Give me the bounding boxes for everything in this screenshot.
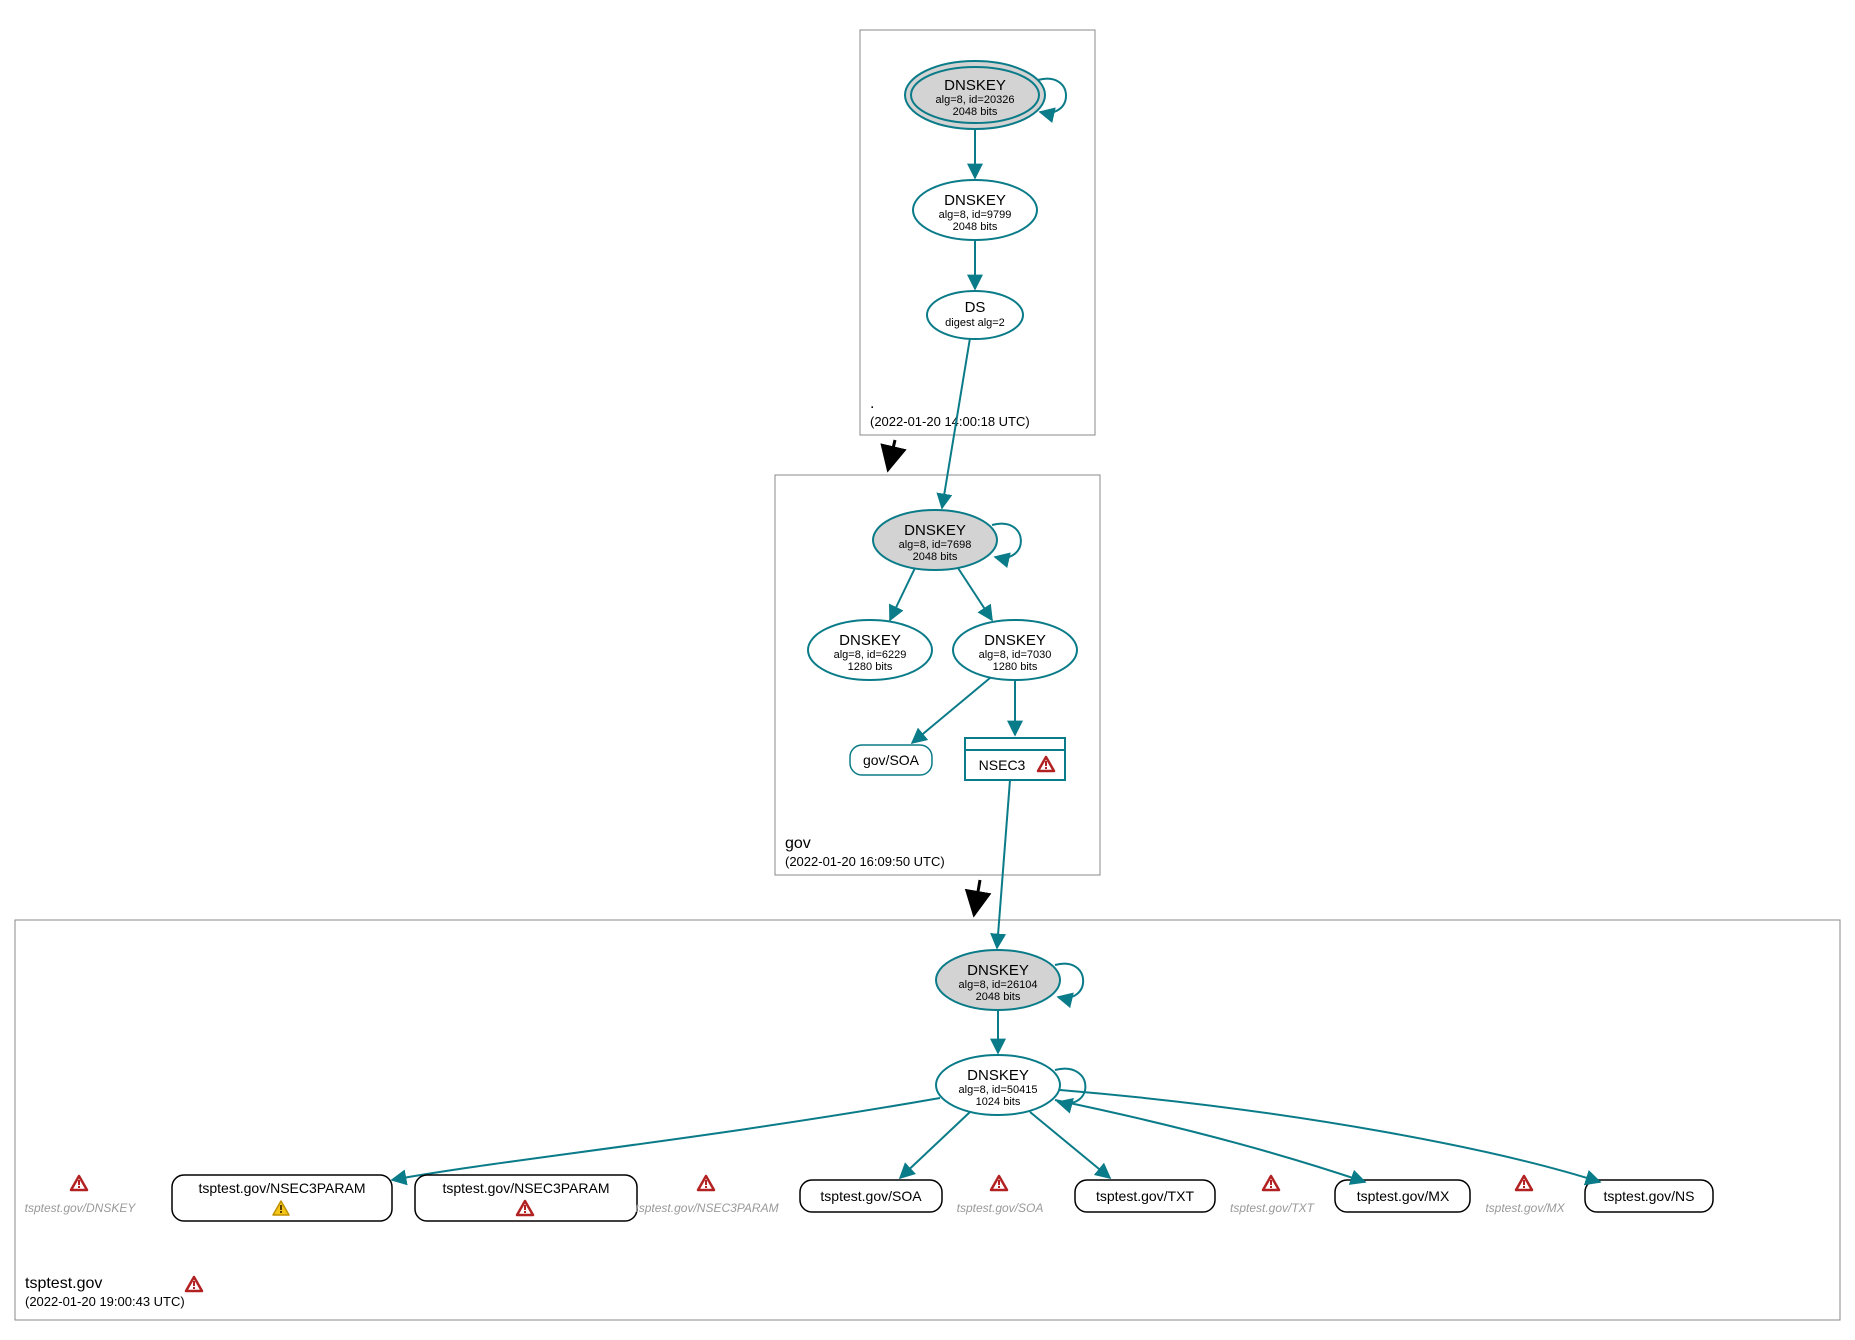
svg-text:alg=8, id=7698: alg=8, id=7698: [899, 539, 972, 551]
svg-text:1280 bits: 1280 bits: [993, 661, 1038, 673]
zone-label-gov-time: (2022-01-20 16:09:50 UTC): [785, 854, 945, 869]
edge-delegation-gov-tsp: [974, 880, 980, 915]
rrset-soa: tsptest.gov/SOA: [800, 1180, 942, 1212]
error-icon: [991, 1176, 1007, 1190]
svg-text:1024 bits: 1024 bits: [976, 1096, 1021, 1108]
ghost-txt: tsptest.gov/TXT: [1230, 1201, 1316, 1215]
rrset-mx: tsptest.gov/MX: [1335, 1180, 1470, 1212]
ghost-nsec3param: tsptest.gov/NSEC3PARAM: [635, 1201, 778, 1215]
svg-text:1280 bits: 1280 bits: [848, 661, 893, 673]
svg-text:alg=8, id=50415: alg=8, id=50415: [959, 1084, 1038, 1096]
error-icon: [1516, 1176, 1532, 1190]
edge-delegation-root-gov: [888, 440, 895, 470]
svg-text:tsptest.gov/MX: tsptest.gov/MX: [1357, 1188, 1450, 1204]
svg-text:2048 bits: 2048 bits: [913, 551, 958, 563]
svg-text:DNSKEY: DNSKEY: [944, 192, 1006, 209]
svg-text:gov/SOA: gov/SOA: [863, 752, 920, 768]
node-gov-soa: gov/SOA: [850, 745, 932, 775]
node-gov-nsec3: NSEC3: [965, 738, 1065, 780]
svg-text:tsptest.gov/NS: tsptest.gov/NS: [1603, 1188, 1694, 1204]
rrset-nsec3param-1: tsptest.gov/NSEC3PARAM: [172, 1175, 392, 1221]
svg-text:alg=8, id=7030: alg=8, id=7030: [979, 649, 1052, 661]
error-icon: [1263, 1176, 1279, 1190]
svg-text:DS: DS: [965, 299, 986, 316]
node-root-zsk: DNSKEY alg=8, id=9799 2048 bits: [913, 180, 1037, 240]
edge-tsp-zsk-nsec3p1: [392, 1098, 940, 1180]
node-tsp-ksk: DNSKEY alg=8, id=26104 2048 bits: [936, 950, 1060, 1010]
error-icon: [698, 1176, 714, 1190]
ghost-mx: tsptest.gov/MX: [1485, 1201, 1565, 1215]
edge-tsp-zsk-soa: [900, 1112, 970, 1178]
svg-text:2048 bits: 2048 bits: [976, 991, 1021, 1003]
node-gov-ksk: DNSKEY alg=8, id=7698 2048 bits: [873, 510, 997, 570]
error-icon: [71, 1176, 87, 1190]
ghost-soa: tsptest.gov/SOA: [957, 1201, 1044, 1215]
zone-label-root-time: (2022-01-20 14:00:18 UTC): [870, 414, 1030, 429]
svg-text:DNSKEY: DNSKEY: [984, 632, 1046, 649]
zone-label-tsp-time: (2022-01-20 19:00:43 UTC): [25, 1294, 185, 1309]
node-root-ds: DS digest alg=2: [927, 291, 1023, 339]
node-gov-zsk2: DNSKEY alg=8, id=7030 1280 bits: [953, 620, 1077, 680]
error-icon: [186, 1277, 202, 1291]
svg-text:2048 bits: 2048 bits: [953, 221, 998, 233]
dnssec-diagram: . (2022-01-20 14:00:18 UTC) DNSKEY alg=8…: [0, 0, 1855, 1340]
svg-text:digest alg=2: digest alg=2: [945, 317, 1005, 329]
edge-tsp-zsk-ns: [1060, 1090, 1600, 1182]
svg-text:2048 bits: 2048 bits: [953, 106, 998, 118]
svg-text:alg=8, id=6229: alg=8, id=6229: [834, 649, 907, 661]
svg-text:alg=8, id=26104: alg=8, id=26104: [959, 979, 1038, 991]
svg-text:DNSKEY: DNSKEY: [967, 962, 1029, 979]
zone-label-gov-name: gov: [785, 835, 811, 852]
zone-box-tsp: [15, 920, 1840, 1320]
rrset-ns: tsptest.gov/NS: [1585, 1180, 1713, 1212]
node-tsp-zsk: DNSKEY alg=8, id=50415 1024 bits: [936, 1055, 1060, 1115]
rrset-nsec3param-2: tsptest.gov/NSEC3PARAM: [415, 1175, 637, 1221]
svg-text:alg=8, id=20326: alg=8, id=20326: [936, 94, 1015, 106]
zone-label-root-name: .: [870, 395, 874, 412]
node-gov-zsk1: DNSKEY alg=8, id=6229 1280 bits: [808, 620, 932, 680]
node-root-ksk: DNSKEY alg=8, id=20326 2048 bits: [905, 61, 1045, 129]
edge-gov-ksk-zsk2: [958, 568, 992, 620]
svg-text:DNSKEY: DNSKEY: [839, 632, 901, 649]
svg-text:DNSKEY: DNSKEY: [944, 77, 1006, 94]
svg-text:tsptest.gov/NSEC3PARAM: tsptest.gov/NSEC3PARAM: [198, 1180, 365, 1196]
rrset-txt: tsptest.gov/TXT: [1075, 1180, 1215, 1212]
svg-text:alg=8, id=9799: alg=8, id=9799: [939, 209, 1012, 221]
svg-text:tsptest.gov/SOA: tsptest.gov/SOA: [820, 1188, 922, 1204]
svg-text:DNSKEY: DNSKEY: [967, 1067, 1029, 1084]
zone-label-tsp-name: tsptest.gov: [25, 1275, 102, 1292]
svg-text:tsptest.gov/NSEC3PARAM: tsptest.gov/NSEC3PARAM: [442, 1180, 609, 1196]
svg-text:tsptest.gov/TXT: tsptest.gov/TXT: [1096, 1188, 1194, 1204]
edge-tsp-zsk-txt: [1030, 1112, 1110, 1178]
svg-text:NSEC3: NSEC3: [979, 757, 1026, 773]
svg-text:DNSKEY: DNSKEY: [904, 522, 966, 539]
edge-gov-nsec3-tsp-ksk: [997, 780, 1010, 948]
edge-gov-zsk2-soa: [912, 678, 990, 743]
ghost-dnskey: tsptest.gov/DNSKEY: [25, 1201, 137, 1215]
edge-gov-ksk-zsk1: [890, 568, 915, 620]
